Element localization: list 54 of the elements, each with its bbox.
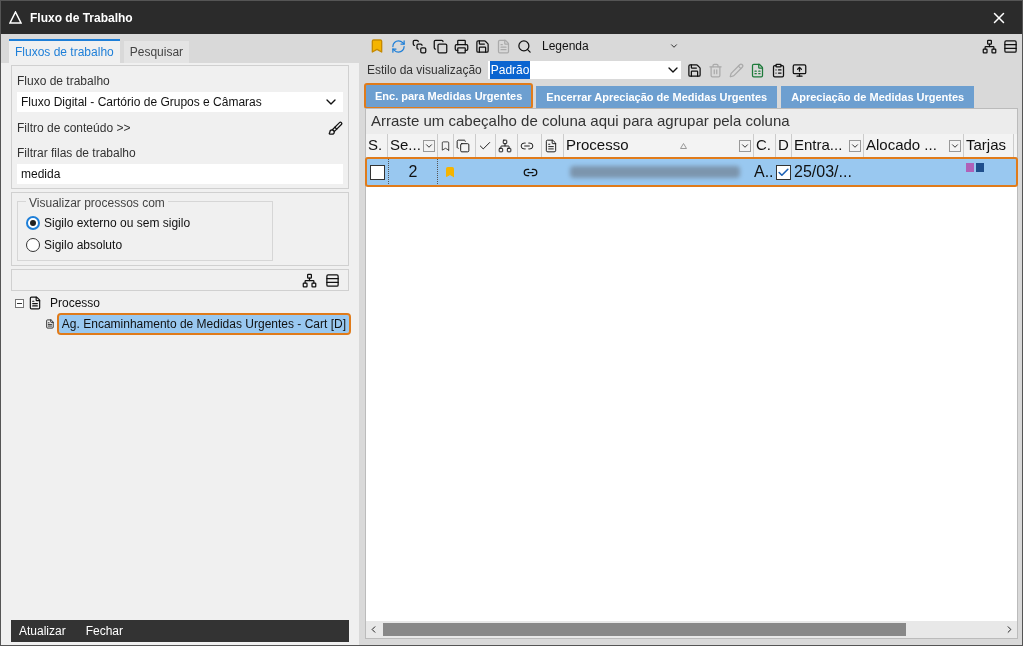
document-icon: [45, 317, 55, 331]
field-label: Filtrar filas de trabalho: [17, 145, 137, 162]
hierarchy-icon[interactable]: [302, 272, 317, 288]
save-icon[interactable]: [686, 62, 702, 78]
window-title: Fluxo de Trabalho: [30, 9, 133, 27]
caret-icon: [668, 41, 679, 51]
document-icon: [28, 296, 42, 310]
queue-filter-field[interactable]: medida: [17, 164, 343, 184]
tree-toggle[interactable]: [15, 298, 24, 308]
tab[interactable]: Fluxos de trabalho: [9, 39, 120, 63]
footer-button[interactable]: Fechar: [85, 622, 124, 640]
table-cell-text: A..: [754, 162, 774, 182]
clipboard-icon[interactable]: [770, 62, 786, 78]
copy-icon: [456, 138, 470, 153]
tree-item[interactable]: Processo: [50, 294, 101, 312]
filter-icon[interactable]: [423, 139, 435, 152]
content-filter-link[interactable]: Filtro de conteúdo >>: [17, 119, 131, 137]
filter-icon[interactable]: [849, 139, 861, 152]
radio-label[interactable]: Sigilo absoluto: [44, 236, 123, 254]
tab[interactable]: Pesquisar: [123, 41, 190, 63]
row-checkbox[interactable]: [369, 164, 385, 180]
field-label: Estilo da visualização: [367, 62, 482, 79]
table-cell-text: 25/03/...: [794, 162, 852, 182]
brush-icon[interactable]: [328, 120, 343, 136]
spreadsheet-icon[interactable]: [749, 62, 765, 78]
table-cell-text: 2: [408, 162, 418, 182]
radio-button[interactable]: [26, 238, 40, 252]
search-icon[interactable]: [517, 38, 532, 54]
radio-button[interactable]: [26, 216, 40, 230]
hierarchy-icon[interactable]: [982, 38, 997, 54]
horizontal-scrollbar[interactable]: [366, 621, 1017, 638]
print-icon[interactable]: [454, 38, 469, 54]
table-row[interactable]: 2 A.. 25/03/...: [366, 158, 1017, 186]
legend-dropdown[interactable]: Legenda: [542, 37, 679, 55]
view-style-dropdown[interactable]: Padrão: [487, 61, 681, 79]
cell-checkbox[interactable]: [776, 164, 791, 180]
app-logo-icon: [9, 11, 22, 24]
save-icon[interactable]: [475, 38, 490, 54]
document-icon: [544, 138, 558, 153]
group-hint: Arraste um cabeçalho de coluna aqui para agrupar pela coluna: [366, 109, 1017, 134]
filter-icon[interactable]: [949, 139, 961, 152]
collapse-icon[interactable]: [1003, 38, 1018, 54]
bookmark-icon: [440, 138, 451, 153]
hierarchy-icon: [498, 138, 512, 153]
tree-item[interactable]: Ag. Encaminhamento de Medidas Urgentes - Cart [D]: [58, 315, 349, 333]
footer-button[interactable]: Atualizar: [19, 622, 66, 640]
export-icon[interactable]: [791, 62, 807, 78]
copy-icon[interactable]: [433, 38, 448, 54]
radio-label[interactable]: Sigilo externo ou sem sigilo: [44, 214, 191, 232]
collapse-icon[interactable]: [325, 272, 340, 288]
field-label: Fluxo de trabalho: [17, 73, 111, 90]
filter-icon[interactable]: [739, 139, 751, 152]
workflow-dropdown[interactable]: Fluxo Digital - Cartório de Grupos e Câmaras: [17, 92, 343, 112]
refresh-icon[interactable]: [391, 38, 406, 54]
